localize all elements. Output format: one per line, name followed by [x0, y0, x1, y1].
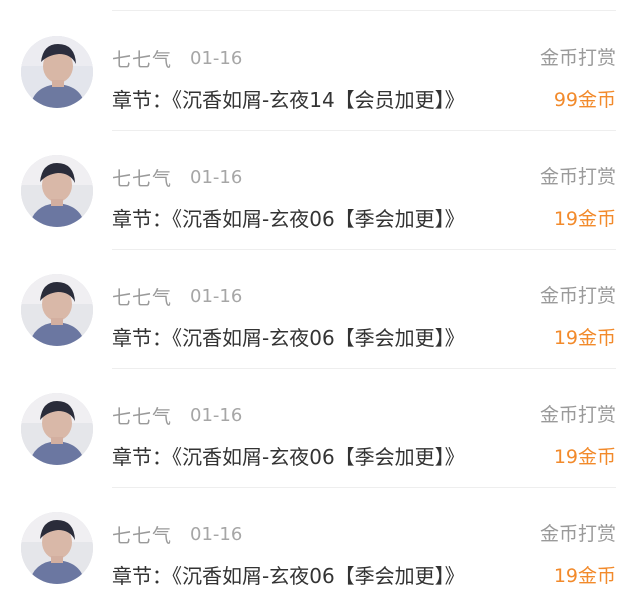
reward-amount: 19金币: [553, 208, 616, 230]
reward-type: 金币打赏: [539, 523, 616, 545]
record-meta: 七七气 01-16: [112, 402, 242, 428]
avatar-photo-icon: [21, 393, 93, 465]
reward-type: 金币打赏: [539, 166, 616, 188]
user-name[interactable]: 七七气: [112, 45, 172, 72]
avatar-photo-icon: [21, 36, 93, 108]
user-name[interactable]: 七七气: [112, 164, 172, 191]
chapter-title[interactable]: 章节：《沉香如屑-玄夜06【季会加更】》: [112, 442, 465, 472]
record-meta: 七七气 01-16: [112, 45, 242, 71]
reward-type: 金币打赏: [539, 285, 616, 307]
reward-record-item[interactable]: 七七气 01-16 金币打赏 章节：《沉香如屑-玄夜14【会员加更】》 99金币: [0, 12, 640, 131]
user-name[interactable]: 七七气: [112, 283, 172, 310]
user-avatar[interactable]: [21, 155, 93, 227]
avatar-photo-icon: [21, 512, 93, 584]
user-avatar[interactable]: [21, 36, 93, 108]
reward-amount: 19金币: [553, 327, 616, 349]
avatar-photo-icon: [21, 155, 93, 227]
chapter-title[interactable]: 章节：《沉香如屑-玄夜14【会员加更】》: [112, 85, 465, 115]
record-meta: 七七气 01-16: [112, 283, 242, 309]
user-avatar[interactable]: [21, 393, 93, 465]
reward-record-item[interactable]: 七七气 01-16 金币打赏 章节：《沉香如屑-玄夜06【季会加更】》 19金币: [0, 250, 640, 369]
record-date: 01-16: [190, 523, 243, 545]
user-name[interactable]: 七七气: [112, 402, 172, 429]
reward-type: 金币打赏: [539, 47, 616, 69]
reward-record-item[interactable]: 七七气 01-16 金币打赏 章节：《沉香如屑-玄夜06【季会加更】》 19金币: [0, 131, 640, 250]
reward-type: 金币打赏: [539, 404, 616, 426]
record-date: 01-16: [190, 404, 243, 426]
reward-amount: 99金币: [553, 89, 616, 111]
reward-record-item[interactable]: 七七气 01-16 金币打赏 章节：《沉香如屑-玄夜06【季会加更】》 19金币: [0, 369, 640, 488]
top-divider: [112, 10, 616, 11]
chapter-title[interactable]: 章节：《沉香如屑-玄夜06【季会加更】》: [112, 204, 465, 234]
record-meta: 七七气 01-16: [112, 521, 242, 547]
user-avatar[interactable]: [21, 512, 93, 584]
reward-amount: 19金币: [553, 446, 616, 468]
record-meta: 七七气 01-16: [112, 164, 242, 190]
user-avatar[interactable]: [21, 274, 93, 346]
reward-record-item[interactable]: 七七气 01-16 金币打赏 章节：《沉香如屑-玄夜06【季会加更】》 19金币: [0, 488, 640, 607]
record-date: 01-16: [190, 166, 243, 188]
chapter-title[interactable]: 章节：《沉香如屑-玄夜06【季会加更】》: [112, 561, 465, 591]
avatar-photo-icon: [21, 274, 93, 346]
user-name[interactable]: 七七气: [112, 521, 172, 548]
chapter-title[interactable]: 章节：《沉香如屑-玄夜06【季会加更】》: [112, 323, 465, 353]
record-date: 01-16: [190, 47, 243, 69]
record-date: 01-16: [190, 285, 243, 307]
reward-amount: 19金币: [553, 565, 616, 587]
